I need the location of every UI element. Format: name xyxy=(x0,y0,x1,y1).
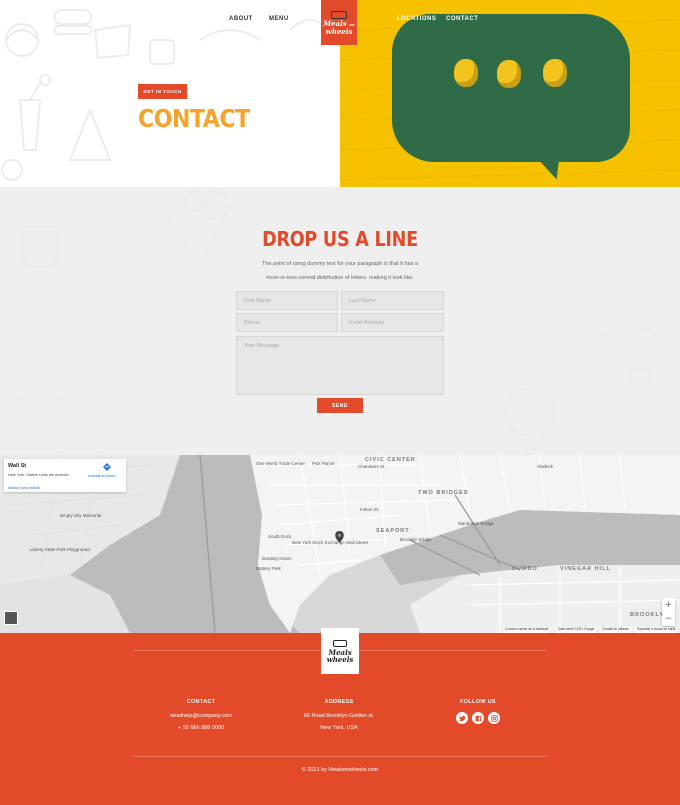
map-label: Chambers St xyxy=(358,464,385,469)
email-field[interactable]: Email Address xyxy=(341,313,444,332)
map-footer-report[interactable]: Raportați o eroare pe hartă xyxy=(635,627,678,633)
map-label: Brooklyn Bridge xyxy=(400,537,432,542)
nav-menu[interactable]: MENU xyxy=(269,16,289,22)
logo-text: Meals on wheels xyxy=(323,18,355,36)
copyright-text: © 2021 by Mealsonwheels.com xyxy=(301,767,379,773)
last-name-field[interactable]: Last Name xyxy=(341,291,444,310)
directions-icon[interactable] xyxy=(103,463,111,471)
footer-email[interactable]: nesdhelp@company.com xyxy=(141,713,261,719)
footer-contact-title: CONTACT xyxy=(186,699,216,705)
map-zoom-control: + − xyxy=(662,598,675,626)
map-label: Empty Sky Memorial xyxy=(60,513,102,518)
food-truck-icon xyxy=(331,10,347,19)
footer-divider xyxy=(133,756,547,757)
place-address: New York, Statele Unite ale Americii xyxy=(8,473,69,477)
footer-logo[interactable]: Meals wheels xyxy=(321,628,359,674)
map-label: Bowling Green xyxy=(262,556,292,561)
footer-phone[interactable]: + 92 666 888 0000 xyxy=(141,725,261,731)
map-label: One World Trade Center xyxy=(256,461,305,466)
map-label: Liberty State Park Playground xyxy=(30,547,90,552)
footer-address-line1: 66 Road Brooklyn Golden st. xyxy=(303,713,375,719)
map-label: CIVIC CENTER xyxy=(365,457,416,463)
google-map[interactable]: One World Trade Center Pick Parcel CIVIC… xyxy=(0,455,680,633)
instagram-icon[interactable] xyxy=(488,712,500,724)
map-label: Pick Parcel xyxy=(312,461,335,466)
map-type-thumbnail[interactable] xyxy=(4,611,18,625)
nav-contact[interactable]: CONTACT xyxy=(446,16,478,22)
map-label: SEAPORT xyxy=(376,528,410,534)
place-title: Wall St xyxy=(8,463,27,469)
map-footer-data: Date hartă ©2021 Google xyxy=(556,627,597,633)
footer-address-title: ADDRESS xyxy=(324,699,354,705)
twitter-icon[interactable] xyxy=(456,712,468,724)
directions-link[interactable]: Indicații de orient... xyxy=(88,474,118,478)
larger-map-link[interactable]: Afișați harta mărită xyxy=(8,486,40,490)
map-label: Battery Park xyxy=(256,566,281,571)
nav-about[interactable]: ABOUT xyxy=(229,16,253,22)
speech-bubble xyxy=(392,14,630,162)
map-pin-icon[interactable] xyxy=(335,531,344,543)
map-label: DUMBO xyxy=(512,566,538,572)
form-title: DROP US A LINE xyxy=(262,227,418,251)
first-name-field[interactable]: First Name xyxy=(236,291,338,310)
map-place-card: Wall St New York, Statele Unite ale Amer… xyxy=(4,459,126,492)
zoom-out-icon[interactable]: − xyxy=(662,612,675,626)
map-label: Manhattan Bridge xyxy=(458,521,494,526)
message-textarea[interactable]: Your Message xyxy=(236,336,444,395)
map-label: TWO BRIDGES xyxy=(418,490,469,496)
zoom-in-icon[interactable]: + xyxy=(662,598,675,612)
map-label: Vladeck xyxy=(537,464,554,469)
nav-locations[interactable]: LOCATIONS xyxy=(397,16,436,22)
footer-follow-title: FOLLOW US xyxy=(460,699,496,705)
send-button[interactable]: SEND xyxy=(317,398,363,413)
crumpled-paper-ball xyxy=(497,60,521,88)
site-logo[interactable]: Meals on wheels xyxy=(321,0,357,45)
phone-field[interactable]: Phone xyxy=(236,313,338,332)
footer-address-line2: New York, USA xyxy=(320,725,358,731)
map-label: Wall Street xyxy=(346,540,368,545)
logo-text: Meals wheels xyxy=(326,647,354,664)
food-truck-icon xyxy=(333,639,347,647)
page-title: CONTACT xyxy=(138,104,250,133)
map-footer-keys[interactable]: Comenzi rapide de la tastatură xyxy=(503,627,551,633)
contact-form-section: DROP US A LINE The point of using dummy … xyxy=(0,187,680,455)
map-label: South Dock xyxy=(268,534,292,539)
map-label: Fulton St xyxy=(360,507,379,512)
crumpled-paper-ball xyxy=(454,59,478,87)
map-label: VINEGAR HILL xyxy=(560,566,611,572)
map-footer-terms[interactable]: Condiții de utilizare xyxy=(600,627,631,633)
crumpled-paper-ball xyxy=(543,59,567,87)
facebook-icon[interactable] xyxy=(472,712,484,724)
get-in-touch-button[interactable]: GET IN TOUCH xyxy=(138,84,187,99)
form-description: The point of using dummy text for your p… xyxy=(262,261,418,281)
